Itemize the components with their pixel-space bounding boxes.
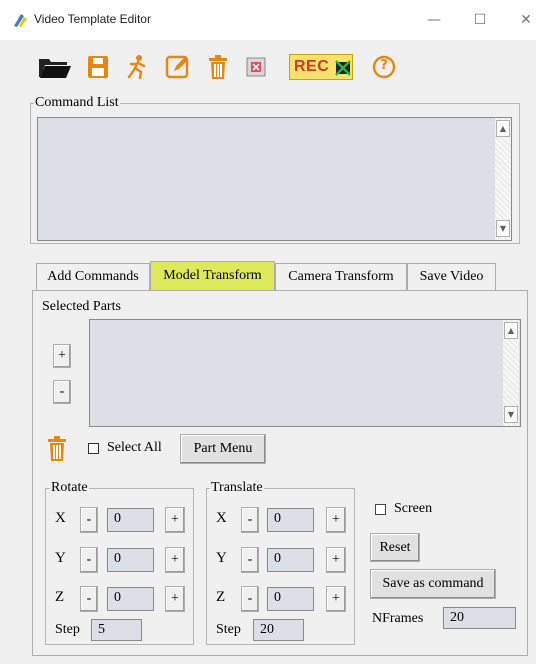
rotate-z-axis-label: Z xyxy=(55,589,65,605)
trash-icon xyxy=(209,55,227,79)
translate-z-minus-button[interactable]: - xyxy=(241,586,259,612)
selected-parts-label: Selected Parts xyxy=(42,299,121,314)
rotate-y-input[interactable]: 0 xyxy=(107,548,154,572)
minimize-button[interactable]: — xyxy=(422,8,446,32)
rotate-x-axis-label: X xyxy=(55,510,66,526)
tab-save-video[interactable]: Save Video xyxy=(407,263,496,290)
rotate-z-input[interactable]: 0 xyxy=(107,587,154,611)
part-menu-button[interactable]: Part Menu xyxy=(180,434,266,464)
save-as-command-button[interactable]: Save as command xyxy=(370,569,496,599)
trash-icon xyxy=(48,436,66,461)
run-icon xyxy=(127,55,146,80)
scroll-down-icon[interactable]: ▼ xyxy=(496,220,510,237)
delete-icon xyxy=(246,57,266,77)
translate-z-axis-label: Z xyxy=(216,589,226,605)
rotate-x-plus-button[interactable]: + xyxy=(165,507,185,533)
translate-x-axis-label: X xyxy=(216,510,227,526)
rotate-label: Rotate xyxy=(50,480,89,495)
maximize-button[interactable]: ☐ xyxy=(468,8,492,32)
translate-y-axis-label: Y xyxy=(216,550,227,566)
folder-open-icon xyxy=(39,59,71,78)
save-icon xyxy=(88,56,108,78)
command-list[interactable] xyxy=(37,117,512,241)
translate-x-plus-button[interactable]: + xyxy=(326,507,346,533)
save-button[interactable] xyxy=(84,52,112,80)
title-bar: Video Template Editor — ☐ ✕ xyxy=(0,0,536,40)
close-button[interactable]: ✕ xyxy=(514,8,536,32)
rotate-step-label: Step xyxy=(55,622,80,637)
translate-step-input[interactable]: 20 xyxy=(253,619,304,641)
clear-parts-button[interactable] xyxy=(46,436,68,462)
edit-icon xyxy=(165,55,189,79)
translate-x-input[interactable]: 0 xyxy=(267,508,314,532)
remove-part-button[interactable]: - xyxy=(53,380,71,404)
nframes-input[interactable]: 20 xyxy=(443,607,516,629)
rotate-step-input[interactable]: 5 xyxy=(91,619,142,641)
translate-step-label: Step xyxy=(216,622,241,637)
command-list-scrollbar[interactable]: ▲ ▼ xyxy=(495,118,511,240)
translate-y-input[interactable]: 0 xyxy=(267,548,314,572)
rec-toggle-button[interactable]: REC xyxy=(286,51,356,81)
scroll-up-icon[interactable]: ▲ xyxy=(496,120,510,137)
translate-z-input[interactable]: 0 xyxy=(267,587,314,611)
open-button[interactable] xyxy=(36,52,72,80)
rotate-x-input[interactable]: 0 xyxy=(107,508,154,532)
rotate-z-minus-button[interactable]: - xyxy=(80,586,98,612)
translate-z-plus-button[interactable]: + xyxy=(326,586,346,612)
command-list-label: Command List xyxy=(34,95,120,110)
selected-parts-list[interactable] xyxy=(89,319,521,427)
rec-off-icon xyxy=(335,60,351,76)
translate-label: Translate xyxy=(210,480,264,495)
screen-label: Screen xyxy=(394,501,433,516)
rotate-x-minus-button[interactable]: - xyxy=(80,507,98,533)
help-glyph: ? xyxy=(380,58,388,73)
run-button[interactable] xyxy=(122,52,150,80)
trash-button[interactable] xyxy=(203,52,231,80)
edit-button[interactable] xyxy=(162,52,192,80)
tab-model-transform[interactable]: Model Transform xyxy=(150,261,275,291)
nframes-label: NFrames xyxy=(372,611,424,626)
rotate-z-plus-button[interactable]: + xyxy=(165,586,185,612)
tab-add-commands[interactable]: Add Commands xyxy=(36,263,150,290)
rotate-y-plus-button[interactable]: + xyxy=(165,547,185,573)
app-icon xyxy=(14,14,27,27)
window-title: Video Template Editor xyxy=(34,12,151,26)
translate-y-plus-button[interactable]: + xyxy=(326,547,346,573)
tab-camera-transform[interactable]: Camera Transform xyxy=(275,263,407,290)
select-all-label: Select All xyxy=(107,440,162,455)
scroll-up-icon[interactable]: ▲ xyxy=(504,322,518,339)
selected-parts-scrollbar[interactable]: ▲ ▼ xyxy=(503,320,519,426)
translate-x-minus-button[interactable]: - xyxy=(241,507,259,533)
translate-y-minus-button[interactable]: - xyxy=(241,547,259,573)
rotate-y-axis-label: Y xyxy=(55,550,66,566)
help-button[interactable]: ? xyxy=(369,52,397,80)
delete-command-button[interactable] xyxy=(241,52,271,80)
scroll-down-icon[interactable]: ▼ xyxy=(504,406,518,423)
rec-label: REC xyxy=(294,58,330,75)
reset-button[interactable]: Reset xyxy=(370,533,420,562)
select-all-checkbox[interactable] xyxy=(88,443,99,454)
rotate-y-minus-button[interactable]: - xyxy=(80,547,98,573)
add-part-button[interactable]: + xyxy=(53,344,71,368)
screen-checkbox[interactable] xyxy=(375,504,386,515)
